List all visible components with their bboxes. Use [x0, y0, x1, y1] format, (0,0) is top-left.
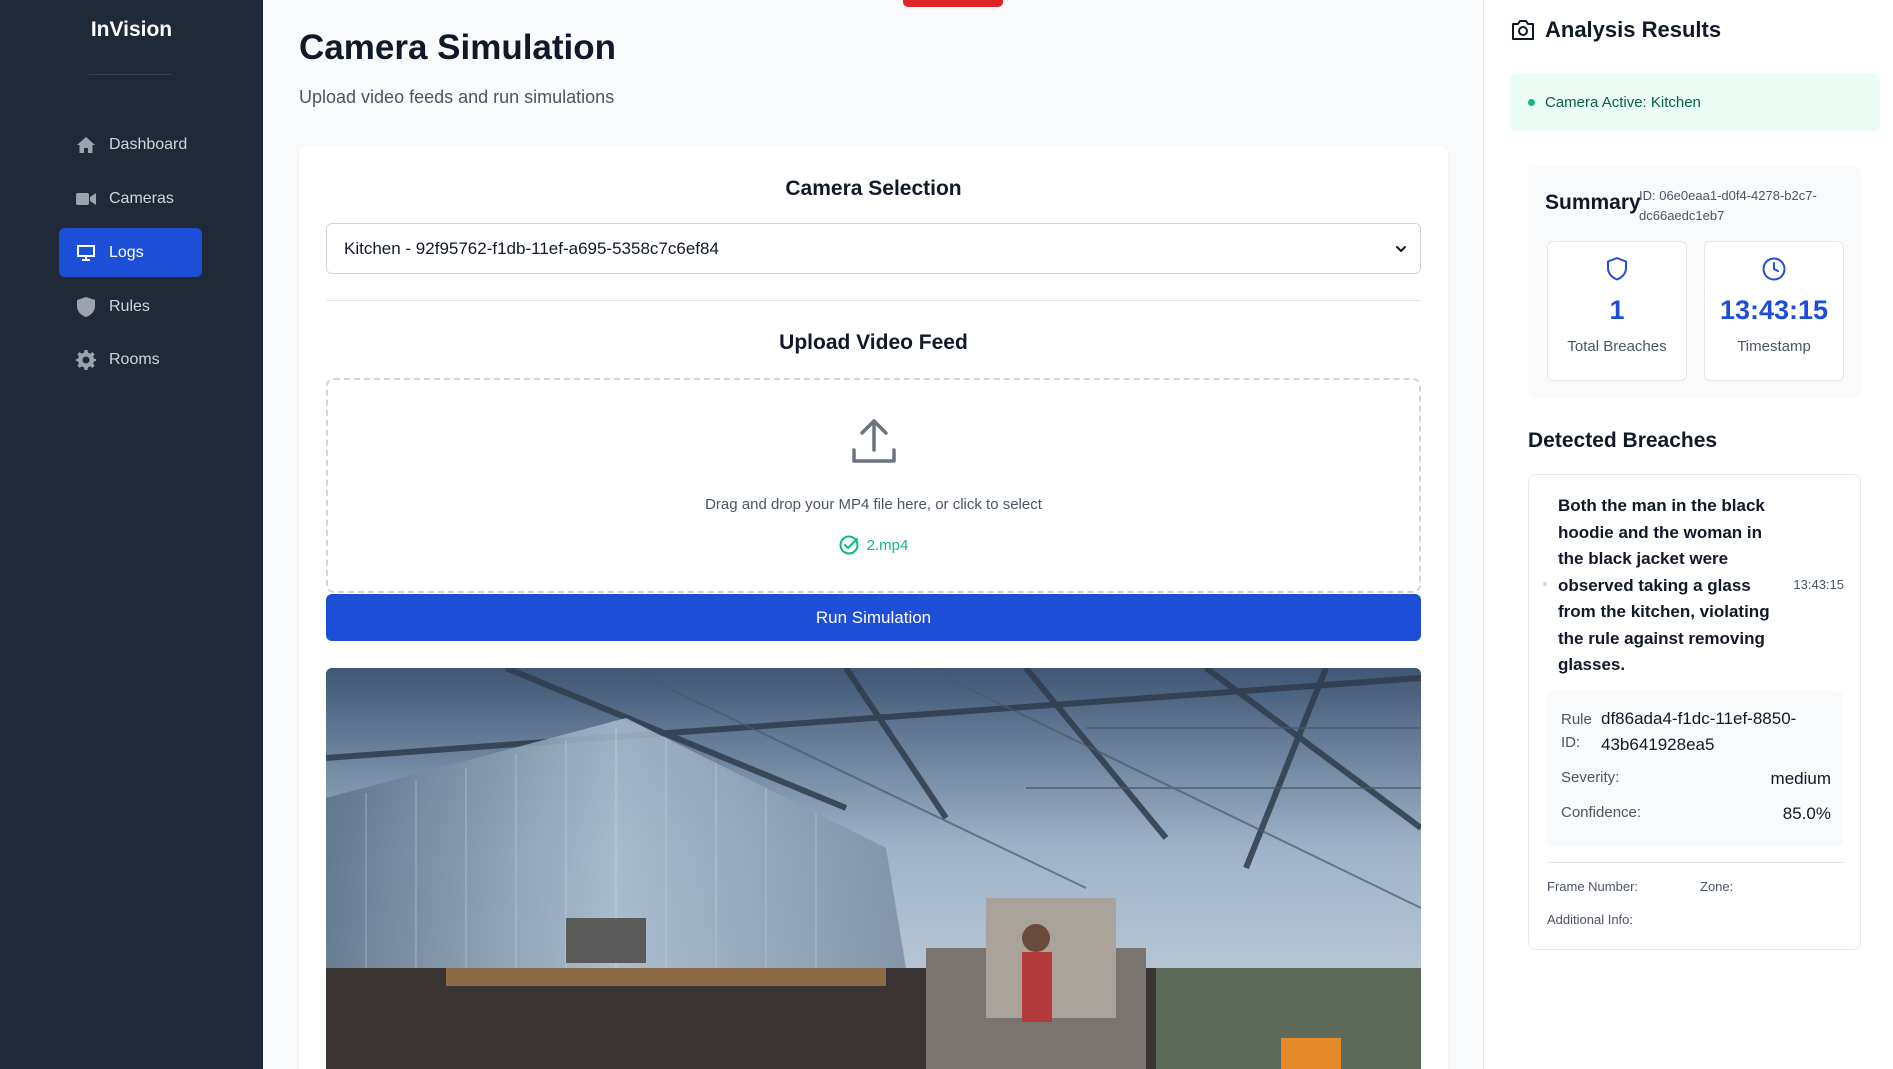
sidebar-item-label: Cameras [109, 189, 174, 207]
gear-icon [76, 349, 96, 370]
shield-icon [76, 296, 96, 317]
monitor-icon [76, 243, 96, 263]
additional-info-label: Additional Info: [1547, 912, 1634, 927]
page-subtitle: Upload video feeds and run simulations [299, 87, 615, 107]
camera-select-value: Kitchen - 92f95762-f1db-11ef-a695-5358c7… [344, 238, 719, 258]
breach-time: 13:43:15 [1793, 577, 1844, 592]
sidebar-item-cameras[interactable]: Cameras [59, 174, 202, 223]
confidence-label: Confidence: [1561, 804, 1642, 821]
camera-icon [1511, 19, 1535, 41]
shield-icon [1548, 256, 1686, 282]
timestamp-label: Timestamp [1737, 338, 1811, 355]
sidebar: InVision Dashboard Cameras Logs Rules Ro… [0, 0, 263, 1069]
confidence-value: 85.0% [1782, 804, 1831, 823]
status-dot [1528, 99, 1535, 106]
selected-file: 2.mp4 [328, 535, 1419, 555]
video-preview[interactable] [326, 668, 1421, 1069]
camera-select[interactable]: Kitchen - 92f95762-f1db-11ef-a695-5358c7… [326, 223, 1421, 274]
file-dropzone[interactable]: Drag and drop your MP4 file here, or cli… [326, 378, 1421, 593]
home-icon [76, 135, 96, 155]
camera-status-text: Camera Active: Kitchen [1545, 94, 1701, 111]
sidebar-item-logs[interactable]: Logs [59, 228, 202, 277]
breach-card[interactable]: Both the man in the black hoodie and the… [1528, 474, 1861, 950]
severity-label: Severity: [1561, 769, 1620, 786]
rule-id-label: Rule ID: [1561, 711, 1592, 751]
total-breaches-label: Total Breaches [1567, 338, 1667, 355]
rule-id-value: df86ada4-f1dc-11ef-8850-43b641928ea5 [1601, 709, 1797, 754]
camera-selection-heading: Camera Selection [785, 177, 962, 200]
alert-badge[interactable] [903, 0, 1003, 7]
zone-label: Zone: [1700, 879, 1734, 894]
severity-value: medium [1770, 769, 1831, 788]
upload-icon [850, 418, 898, 471]
dropzone-instructions: Drag and drop your MP4 file here, or cli… [705, 496, 1042, 513]
run-simulation-button[interactable]: Run Simulation [326, 594, 1421, 641]
summary-id: ID: 06e0eaa1-d0f4-4278-b2c7-dc66aedc1eb7 [1639, 188, 1817, 223]
rule-details: Rule ID: df86ada4-f1dc-11ef-8850-43b6419… [1547, 691, 1843, 847]
sidebar-item-rooms[interactable]: Rooms [59, 335, 202, 384]
page-title: Camera Simulation [299, 28, 617, 67]
upload-heading: Upload Video Feed [779, 331, 968, 354]
file-name: 2.mp4 [866, 536, 909, 554]
bullet-dot [1543, 582, 1547, 586]
sidebar-item-label: Rules [109, 297, 150, 315]
total-breaches-card: 1 Total Breaches [1547, 241, 1687, 381]
chevron-down-icon [1394, 241, 1408, 261]
kitchen-video-frame [326, 668, 1421, 1069]
frame-number-label: Frame Number: [1547, 879, 1639, 894]
brand-divider [89, 74, 172, 75]
sidebar-item-label: Logs [109, 243, 144, 261]
sidebar-item-dashboard[interactable]: Dashboard [59, 120, 202, 169]
breach-divider [1547, 862, 1843, 863]
sidebar-item-label: Dashboard [109, 135, 188, 153]
sidebar-item-rules[interactable]: Rules [59, 282, 202, 331]
analysis-title: Analysis Results [1545, 17, 1722, 42]
camera-status-banner: Camera Active: Kitchen [1510, 74, 1880, 131]
video-camera-icon [76, 189, 96, 209]
timestamp-value: 13:43:15 [1719, 295, 1829, 325]
analysis-header: Analysis Results [1511, 17, 1721, 43]
breach-description: Both the man in the black hoodie and the… [1558, 496, 1770, 674]
clock-icon [1705, 256, 1843, 282]
timestamp-card: 13:43:15 Timestamp [1704, 241, 1844, 381]
detected-breaches-title: Detected Breaches [1528, 429, 1718, 452]
section-divider [326, 300, 1421, 301]
summary-title: Summary [1545, 191, 1641, 214]
brand-logo[interactable]: InVision [0, 18, 263, 42]
sidebar-item-label: Rooms [109, 350, 160, 368]
total-breaches-value: 1 [1609, 295, 1625, 325]
check-circle-icon [839, 535, 859, 555]
